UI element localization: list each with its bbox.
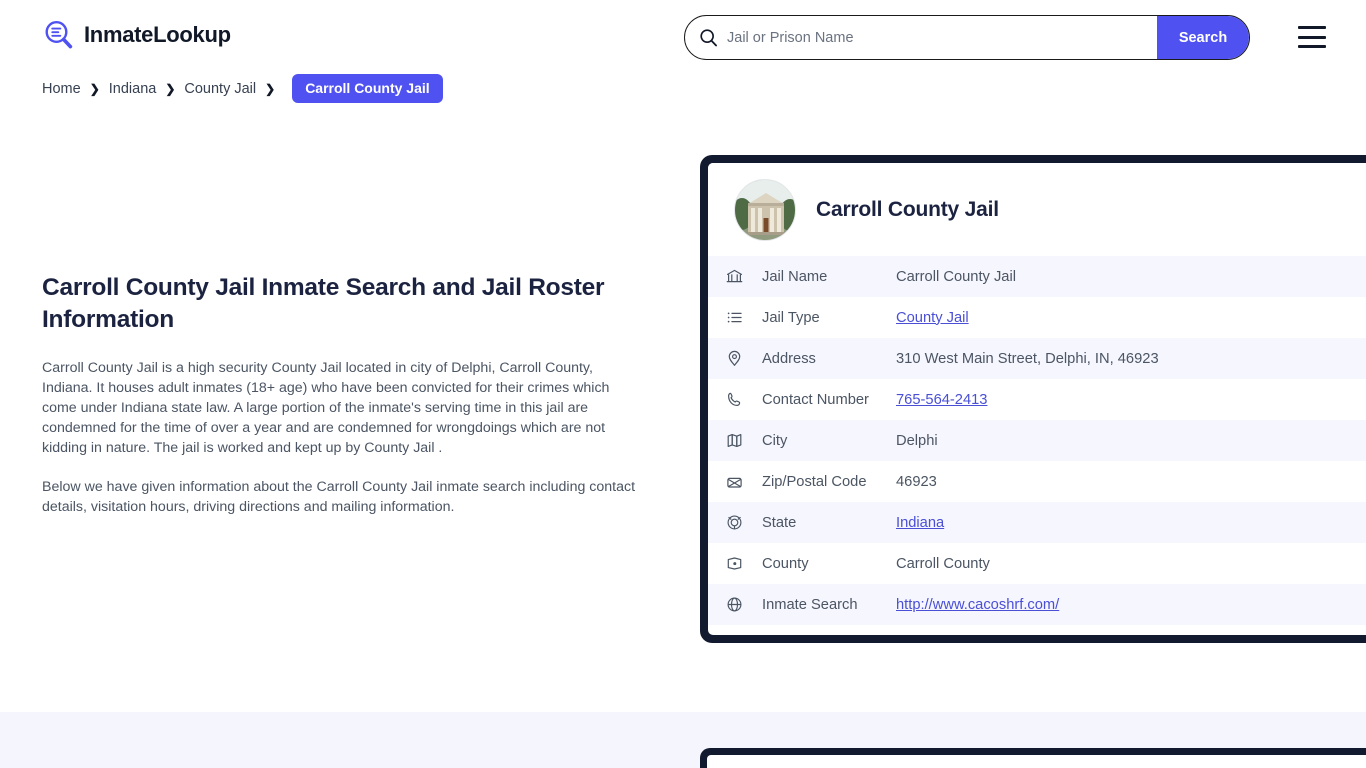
globe-icon [726, 596, 748, 613]
bank-icon [726, 268, 748, 285]
globe-circle-icon [726, 514, 748, 531]
breadcrumb-current: Carroll County Jail [292, 74, 443, 103]
hamburger-line [1298, 45, 1326, 48]
row-value: Delphi [896, 432, 938, 449]
table-row: Inmate Search http://www.cacoshrf.com/ [708, 584, 1366, 625]
row-value-link[interactable]: County Jail [896, 310, 969, 326]
row-value-link[interactable]: 765-564-2413 [896, 392, 987, 408]
search-icon [699, 28, 718, 47]
jail-info-card-inner: Carroll County Jail Jail Name Carroll Co… [708, 163, 1366, 635]
table-row: Jail Type County Jail [708, 297, 1366, 338]
search-input[interactable] [718, 17, 1157, 58]
main-content: Carroll County Jail Inmate Search and Ja… [42, 272, 642, 517]
hamburger-line [1298, 26, 1326, 29]
chevron-right-icon: ❯ [265, 81, 276, 96]
table-row: State Indiana [708, 502, 1366, 543]
breadcrumb-item-indiana[interactable]: Indiana [109, 81, 157, 97]
courthouse-photo [734, 178, 796, 241]
secondary-card-top [700, 748, 1366, 768]
row-label: Contact Number [762, 391, 869, 408]
hamburger-line [1298, 35, 1326, 39]
row-value-link[interactable]: Indiana [896, 515, 944, 531]
row-label: Zip/Postal Code [762, 473, 867, 490]
map-icon [726, 432, 748, 449]
magnifier-list-icon [42, 18, 76, 52]
table-row: City Delphi [708, 420, 1366, 461]
map-pin-icon [726, 350, 748, 367]
search-bar[interactable]: Search [684, 15, 1250, 60]
row-label: State [762, 514, 797, 531]
jail-info-card-header: Carroll County Jail [708, 163, 1366, 256]
site-header: InmateLookup Search [0, 0, 1366, 74]
row-value: Carroll County [896, 555, 990, 572]
secondary-card-inner [707, 755, 1366, 768]
table-row: Address 310 West Main Street, Delphi, IN… [708, 338, 1366, 379]
description-paragraph-2: Below we have given information about th… [42, 479, 636, 515]
envelope-icon [726, 473, 748, 490]
search-button[interactable]: Search [1157, 16, 1249, 59]
chevron-right-icon: ❯ [165, 81, 176, 96]
row-label: Inmate Search [762, 596, 858, 613]
description-paragraph-1: Carroll County Jail is a high security C… [42, 360, 610, 456]
row-value: 310 West Main Street, Delphi, IN, 46923 [896, 350, 1159, 367]
table-row: Contact Number 765-564-2413 [708, 379, 1366, 420]
row-value: 46923 [896, 473, 937, 490]
row-value-link[interactable]: http://www.cacoshrf.com/ [896, 597, 1059, 613]
jail-info-card: Carroll County Jail Jail Name Carroll Co… [700, 155, 1366, 643]
breadcrumb-item-county-jail[interactable]: County Jail [184, 81, 256, 97]
page-title: Carroll County Jail Inmate Search and Ja… [42, 274, 605, 333]
row-value: Carroll County Jail [896, 268, 1016, 285]
breadcrumb-item-home[interactable]: Home [42, 81, 81, 97]
row-label: City [762, 432, 788, 449]
row-label: Jail Type [762, 309, 820, 326]
county-map-icon [726, 555, 748, 572]
table-row: Jail Name Carroll County Jail [708, 256, 1366, 297]
row-label: Jail Name [762, 268, 828, 285]
row-label: Address [762, 350, 816, 367]
table-row: County Carroll County [708, 543, 1366, 584]
row-label: County [762, 555, 809, 572]
chevron-right-icon: ❯ [89, 81, 100, 96]
hamburger-menu-icon[interactable] [1298, 26, 1328, 48]
table-row: Zip/Postal Code 46923 [708, 461, 1366, 502]
phone-icon [726, 391, 748, 408]
brand-name: InmateLookup [84, 22, 231, 47]
list-icon [726, 309, 748, 326]
jail-info-card-title: Carroll County Jail [816, 197, 999, 221]
breadcrumb: Home ❯ Indiana ❯ County Jail ❯ Carroll C… [42, 74, 443, 103]
site-logo[interactable]: InmateLookup [42, 18, 231, 52]
